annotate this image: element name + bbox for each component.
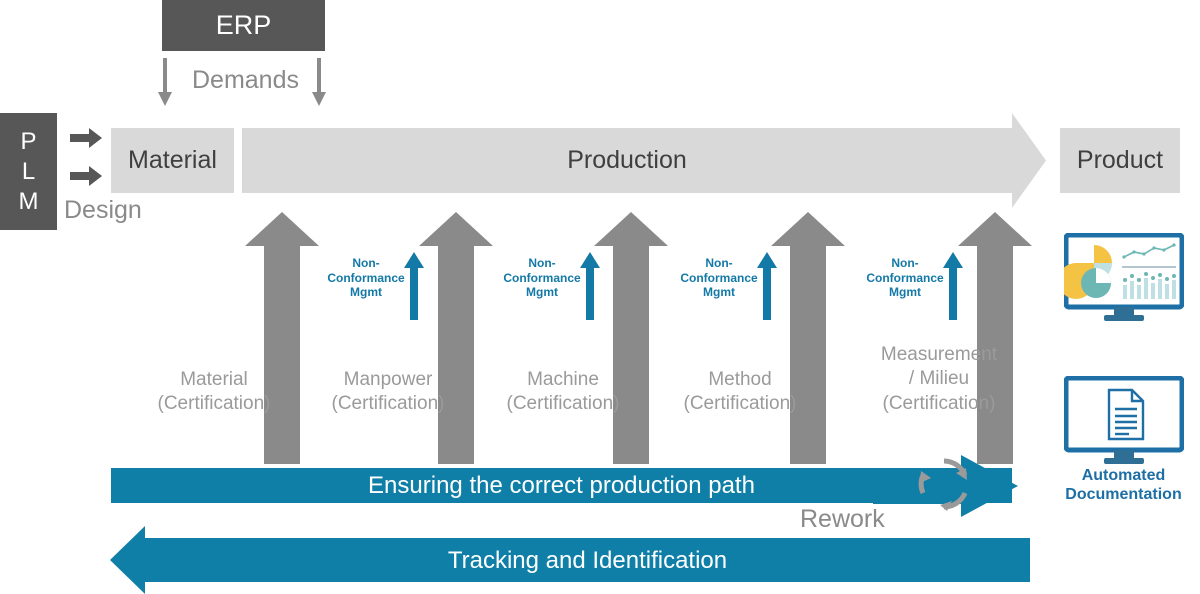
- automated-documentation-caption: Automated Documentation: [1051, 466, 1196, 504]
- non-conformance-label-4: Non- Conformance Mgmt: [865, 256, 945, 300]
- outputs-card: Analytics Dashboards: [1051, 228, 1196, 464]
- ncm-line-2: Conformance: [327, 270, 405, 285]
- ncm-line-1: Non-: [891, 256, 919, 270]
- demands-label: Demands: [192, 66, 299, 94]
- analytics-dashboard-icon: [1058, 232, 1185, 328]
- demands-down-arrow-left: [158, 58, 172, 111]
- automated-documentation-icon: [1063, 375, 1185, 473]
- non-conformance-label-2: Non- Conformance Mgmt: [502, 256, 582, 300]
- demands-down-arrow-right: [312, 58, 326, 111]
- pillar-title: Material: [180, 369, 248, 390]
- ncm-line-3: Mgmt: [526, 285, 558, 300]
- pillar-arrow-manpower: [419, 212, 493, 469]
- pillar-arrow-measurement: [958, 212, 1032, 469]
- ncm-line-2: Conformance: [503, 270, 581, 285]
- pillar-label-machine: Machine (Certification): [469, 368, 657, 417]
- automated-caption-line-2: Documentation: [1065, 486, 1182, 504]
- ncm-line-1: Non-: [528, 256, 556, 270]
- material-box: Material: [111, 128, 234, 193]
- ncm-line-3: Mgmt: [703, 285, 735, 300]
- erp-label: ERP: [215, 10, 272, 40]
- plm-to-material-arrow-top: [70, 128, 102, 153]
- pillar-arrow-material: [245, 212, 319, 469]
- pillar-arrow-method: [771, 212, 845, 469]
- non-conformance-arrow-4: [943, 252, 963, 325]
- plm-box: P L M: [0, 113, 57, 230]
- plm-letter-p: P: [20, 127, 37, 155]
- pillar-subtitle: (Certification): [506, 393, 620, 415]
- pillar-label-measurement: Measurement / Milieu (Certification): [845, 343, 1033, 416]
- ncm-line-2: Conformance: [866, 270, 944, 285]
- ncm-line-3: Mgmt: [350, 285, 382, 300]
- pillar-label-manpower: Manpower (Certification): [294, 368, 482, 417]
- pillar-subtitle: (Certification): [331, 393, 445, 415]
- pillar-subtitle: (Certification): [882, 392, 996, 414]
- product-label: Product: [1076, 146, 1164, 174]
- pillar-title: Manpower: [343, 369, 433, 390]
- tracking-identification-label: Tracking and Identification: [447, 546, 728, 574]
- design-label: Design: [64, 196, 142, 224]
- pillar-title-second-line: / Milieu: [908, 368, 970, 390]
- non-conformance-arrow-1: [404, 252, 424, 325]
- plm-letter-l: L: [21, 157, 36, 185]
- plm-letter-m: M: [18, 187, 39, 215]
- non-conformance-arrow-2: [580, 252, 600, 325]
- automated-caption-line-1: Automated: [1081, 467, 1166, 484]
- ncm-line-1: Non-: [705, 256, 733, 270]
- non-conformance-label-1: Non- Conformance Mgmt: [326, 256, 406, 300]
- pillar-arrow-machine: [594, 212, 668, 469]
- pillar-title: Machine: [527, 369, 599, 390]
- material-label: Material: [128, 146, 217, 174]
- plm-to-material-arrow-bottom: [70, 166, 102, 191]
- pillar-title: Method: [708, 369, 772, 390]
- ensuring-production-path-label: Ensuring the correct production path: [368, 471, 755, 499]
- pillar-label-material: Material (Certification): [120, 368, 308, 417]
- product-box: Product: [1060, 128, 1180, 193]
- non-conformance-arrow-3: [757, 252, 777, 325]
- non-conformance-label-3: Non- Conformance Mgmt: [679, 256, 759, 300]
- pillar-title: Measurement: [880, 344, 998, 365]
- pillar-label-method: Method (Certification): [646, 368, 834, 417]
- diagram-canvas: ERP Demands P L M Design Material Produc…: [0, 0, 1200, 594]
- erp-box: ERP: [162, 0, 325, 51]
- ncm-line-1: Non-: [352, 256, 380, 270]
- pillar-subtitle: (Certification): [683, 393, 797, 415]
- ncm-line-2: Conformance: [680, 270, 758, 285]
- rework-cycle-icon: [912, 452, 976, 516]
- production-label: Production: [567, 146, 687, 174]
- pillar-subtitle: (Certification): [157, 393, 271, 415]
- ncm-line-3: Mgmt: [889, 285, 921, 300]
